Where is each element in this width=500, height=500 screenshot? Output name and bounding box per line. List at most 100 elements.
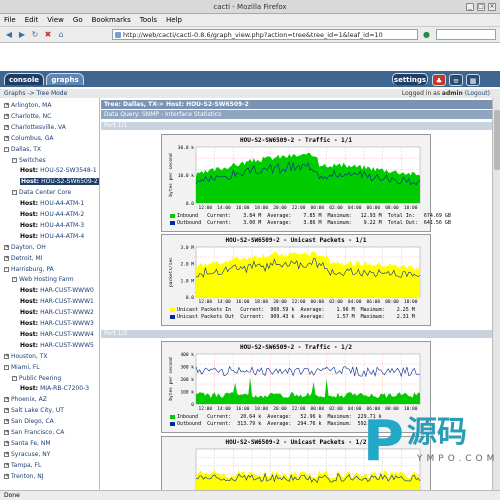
menu-go[interactable]: Go (73, 16, 83, 24)
menu-view[interactable]: View (47, 16, 64, 24)
scrollbar-thumb[interactable] (494, 110, 500, 170)
expand-icon[interactable]: + (4, 255, 9, 261)
expand-icon[interactable]: + (4, 244, 9, 250)
tree-host-item[interactable]: Host: HOU-A4-ATM-4 (20, 233, 84, 240)
tree-host-item[interactable]: Host: HAR-CUST-WWW1 (20, 298, 94, 305)
host-prefix: Host: (20, 298, 41, 306)
graph-unicast-1-1[interactable]: HOU-S2-SW6509-2 - Unicast Packets - 1/1 3… (161, 234, 431, 326)
collapse-icon[interactable]: - (4, 146, 9, 152)
tree-folder-item[interactable]: + Syracuse, NY (4, 451, 50, 458)
tab-console[interactable]: console (4, 73, 44, 85)
tree-folder-item[interactable]: + Charlotte, NC (4, 113, 51, 120)
tree-host-item[interactable]: Host: HAR-CUST-WWW0 (20, 287, 94, 294)
tree-host-item[interactable]: Host: HAR-CUST-WWW5 (20, 342, 94, 349)
expand-icon[interactable]: + (4, 419, 9, 425)
expand-icon[interactable]: + (4, 124, 9, 130)
expand-icon[interactable]: + (4, 397, 9, 403)
expand-icon[interactable]: + (4, 353, 9, 359)
tree-folder-item[interactable]: + San Francisco, CA (4, 429, 64, 436)
tree-item-text: Harrisburg, PA (11, 265, 54, 273)
minimize-button[interactable]: _ (466, 3, 474, 11)
collapse-icon[interactable]: - (12, 277, 17, 283)
tree-host-item[interactable]: Host: HAR-CUST-WWW2 (20, 309, 94, 316)
tree-folder-item[interactable]: + Detroit, MI (4, 255, 42, 262)
graph-traffic-1-1[interactable]: HOU-S2-SW6509-2 - Traffic - 1/1 30.0 k 10.… (161, 134, 451, 232)
collapse-icon[interactable]: - (12, 190, 17, 196)
menu-bookmarks[interactable]: Bookmarks (92, 16, 131, 24)
forward-arrow-icon[interactable]: ▶ (17, 30, 27, 40)
menu-help[interactable]: Help (166, 16, 182, 24)
tree-item-text: Trenton, NJ (11, 472, 44, 480)
tree-host-item[interactable]: Host: MIA-RB-C7200-3 (20, 385, 89, 392)
tree-item-text: HAR-CUST-WWW5 (40, 341, 94, 349)
list-view-icon[interactable]: ≡ (449, 74, 463, 86)
tree-item-text: Miami, FL (11, 363, 40, 371)
tree-item-label: Host: HAR-CUST-WWW5 (20, 342, 94, 349)
tree-folder-item[interactable]: + Salt Lake City, UT (4, 407, 64, 414)
tree-folder-item[interactable]: + Arlington, MA (4, 102, 51, 109)
tree-host-item[interactable]: Host: HAR-CUST-WWW4 (20, 331, 94, 338)
expand-icon[interactable]: + (4, 430, 9, 435)
collapse-icon[interactable]: - (12, 375, 17, 381)
tab-graphs[interactable]: graphs (46, 73, 84, 85)
go-button[interactable]: ● (421, 29, 432, 40)
expand-icon[interactable]: + (4, 103, 9, 108)
expand-icon[interactable]: + (4, 440, 9, 446)
tree-folder-item[interactable]: - Data Center Core (12, 189, 71, 196)
x-tick-label: 14:00 (217, 406, 231, 412)
tree-folder-item[interactable]: + Houston, TX (4, 353, 48, 360)
settings-button[interactable]: settings (392, 73, 428, 85)
tree-folder-item[interactable]: - Dallas, TX (4, 146, 41, 153)
host-prefix: Host: (20, 221, 41, 229)
collapse-icon[interactable]: - (12, 157, 17, 163)
tree-folder-item[interactable]: + Trenton, NJ (4, 473, 44, 480)
tree-folder-item[interactable]: + Santa Fe, NM (4, 440, 51, 447)
home-icon[interactable]: ⌂ (56, 30, 66, 40)
tree-folder-item[interactable]: - Miami, FL (4, 364, 40, 371)
tree-folder-item[interactable]: + San Diego, CA (4, 418, 54, 425)
maximize-button[interactable]: □ (477, 3, 485, 11)
tree-host-item[interactable]: Host: HOU-A4-ATM-1 (20, 200, 84, 207)
tree-folder-item[interactable]: + Dayton, OH (4, 244, 46, 251)
preview-view-icon[interactable]: ▦ (466, 74, 480, 86)
tree-host-item[interactable]: Host: HAR-CUST-WWW3 (20, 320, 94, 327)
tree-folder-item[interactable]: + Tampa, FL (4, 462, 41, 469)
tree-folder-item[interactable]: - Switches (12, 157, 46, 164)
tree-folder-item[interactable]: + Columbus, GA (4, 135, 53, 142)
close-window-button[interactable]: × (488, 3, 496, 11)
logout-link[interactable]: (Logout) (465, 90, 490, 97)
y-tick-label: 400 k (180, 352, 194, 358)
x-tick-label: 22:00 (292, 406, 306, 412)
collapse-icon[interactable]: - (4, 266, 9, 272)
tree-host-item[interactable]: Host: HOU-A4-ATM-2 (20, 211, 84, 218)
tree-folder-item[interactable]: + Charlottesville, VA (4, 124, 66, 131)
host-prefix: Host: (20, 341, 41, 349)
y-axis-label: bytes per second (168, 357, 174, 401)
tree-folder-item[interactable]: - Public Peering (12, 375, 61, 382)
collapse-icon[interactable]: - (4, 364, 9, 370)
expand-icon[interactable]: + (4, 135, 9, 141)
stop-icon[interactable]: ✖ (43, 30, 53, 40)
search-input[interactable] (436, 29, 496, 40)
tree-folder-item[interactable]: - Web Hosting Farm (12, 276, 74, 283)
menu-tools[interactable]: Tools (140, 16, 157, 24)
expand-icon[interactable]: + (4, 473, 9, 479)
back-arrow-icon[interactable]: ◀ (4, 30, 14, 40)
expand-icon[interactable]: + (4, 408, 9, 414)
tree-host-item[interactable]: Host: HOU-A4-ATM-3 (20, 222, 84, 229)
address-bar[interactable]: http://web/cacti/cacti-0.8.6/graph_view.… (112, 29, 418, 40)
tree-host-item[interactable]: Host: HOU-S2-SW3548-1 (20, 167, 97, 174)
y-tick-label: 0 (191, 402, 194, 408)
y-tick-label: 200 k (180, 377, 194, 383)
breadcrumb-path[interactable]: Graphs -> Tree Mode (4, 90, 67, 97)
menu-file[interactable]: File (4, 16, 16, 24)
expand-icon[interactable]: + (4, 113, 9, 119)
reload-icon[interactable]: ↻ (30, 30, 40, 40)
tree-folder-item[interactable]: - Harrisburg, PA (4, 266, 54, 273)
tree-host-item[interactable]: Host: HOU-S2-SW6509-2 (20, 178, 99, 186)
tree-view-icon[interactable]: ♣ (432, 74, 446, 86)
expand-icon[interactable]: + (4, 451, 9, 457)
expand-icon[interactable]: + (4, 462, 9, 468)
menu-edit[interactable]: Edit (25, 16, 39, 24)
tree-folder-item[interactable]: + Phoenix, AZ (4, 396, 47, 403)
